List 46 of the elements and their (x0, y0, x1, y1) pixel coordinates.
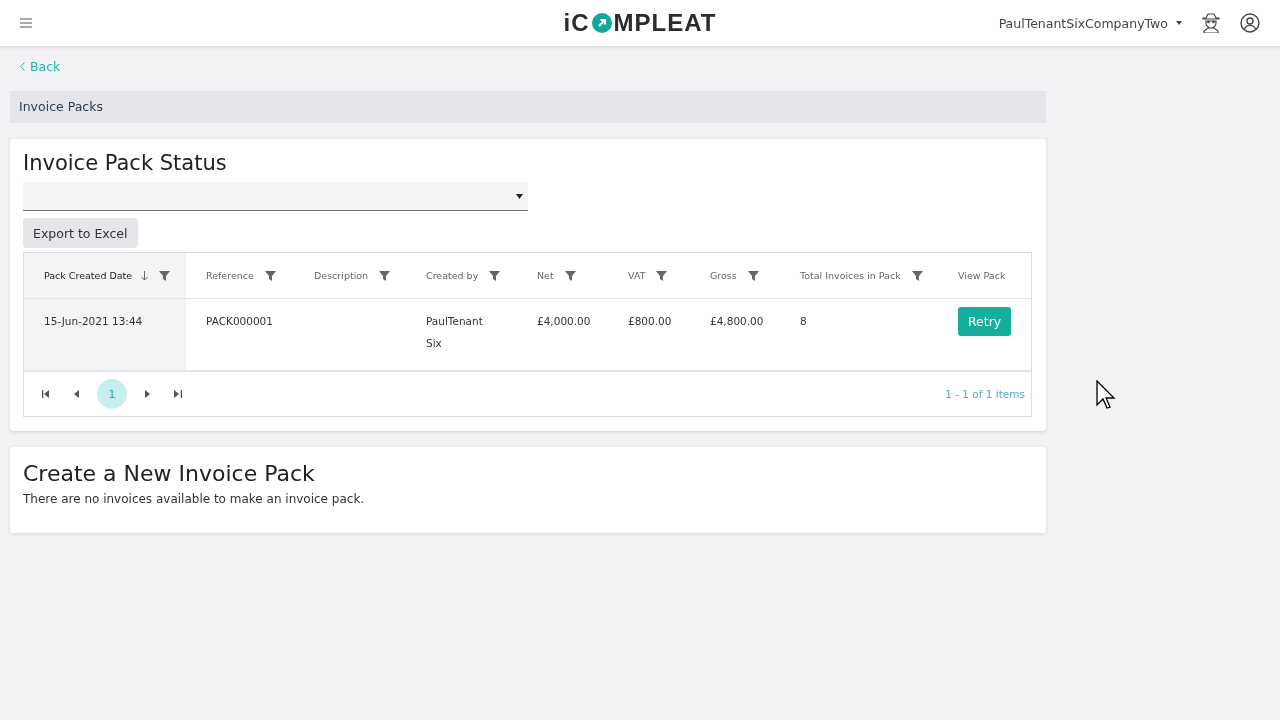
pager-summary: 1 - 1 of 1 items (945, 388, 1025, 400)
filter-icon[interactable] (564, 270, 576, 281)
filter-icon[interactable] (379, 270, 391, 281)
filter-icon[interactable] (747, 270, 759, 281)
column-header[interactable]: Total Invoices in Pack (800, 270, 901, 281)
table-cell-text: £4,000.00 (537, 314, 592, 329)
panel-title: Create a New Invoice Pack (23, 461, 316, 486)
previous-page-icon[interactable] (73, 390, 81, 398)
column-header[interactable]: View Pack (958, 270, 1006, 281)
filter-icon[interactable] (911, 270, 923, 281)
table-cell-text: PACK000001 (206, 314, 274, 329)
filter-icon[interactable] (656, 270, 668, 281)
logo-text: iC (563, 9, 590, 37)
next-page-icon[interactable] (143, 390, 151, 398)
breadcrumb-bar: Invoice Packs (10, 91, 1046, 123)
account-icon[interactable] (1240, 13, 1260, 33)
table-cell-text: £4,800.00 (710, 314, 765, 329)
filter-icon[interactable] (264, 270, 276, 281)
table-cell-text: 8 (800, 314, 808, 329)
sort-arrow-icon[interactable] (141, 270, 149, 281)
table-cell-text: 15-Jun-2021 13:44 (44, 314, 143, 329)
spy-icon[interactable] (1202, 13, 1220, 33)
last-page-icon[interactable] (174, 390, 182, 398)
filter-icon[interactable] (159, 270, 171, 281)
table-cell-text: PaulTenant Six (426, 314, 484, 351)
column-header[interactable]: VAT (628, 270, 646, 281)
user-menu[interactable]: PaulTenantSixCompanyTwo (998, 15, 1168, 31)
first-page-icon[interactable] (42, 390, 50, 398)
table-cell-text: £800.00 (628, 314, 673, 329)
logo-icon (591, 13, 612, 33)
column-header[interactable]: Reference (206, 270, 254, 281)
empty-message: There are no invoices available to make an invoice pack. (23, 492, 366, 506)
mouse-pointer-icon (1096, 380, 1116, 409)
caret-icon[interactable] (1176, 21, 1182, 25)
caret-icon (516, 193, 523, 199)
column-header[interactable]: Net (537, 270, 554, 281)
column-header[interactable]: Created by (426, 270, 479, 281)
column-header[interactable]: Description (314, 270, 369, 281)
filter-icon[interactable] (489, 270, 501, 281)
column-header[interactable]: Pack Created Date (44, 270, 133, 281)
status-dropdown[interactable] (23, 182, 528, 211)
export-button[interactable]: Export to Excel (23, 218, 138, 248)
panel-title: Invoice Pack Status (23, 151, 228, 175)
logo-text: MPLEAT (613, 9, 717, 37)
chevron-left-icon (20, 62, 25, 71)
column-header[interactable]: Gross (710, 270, 737, 281)
